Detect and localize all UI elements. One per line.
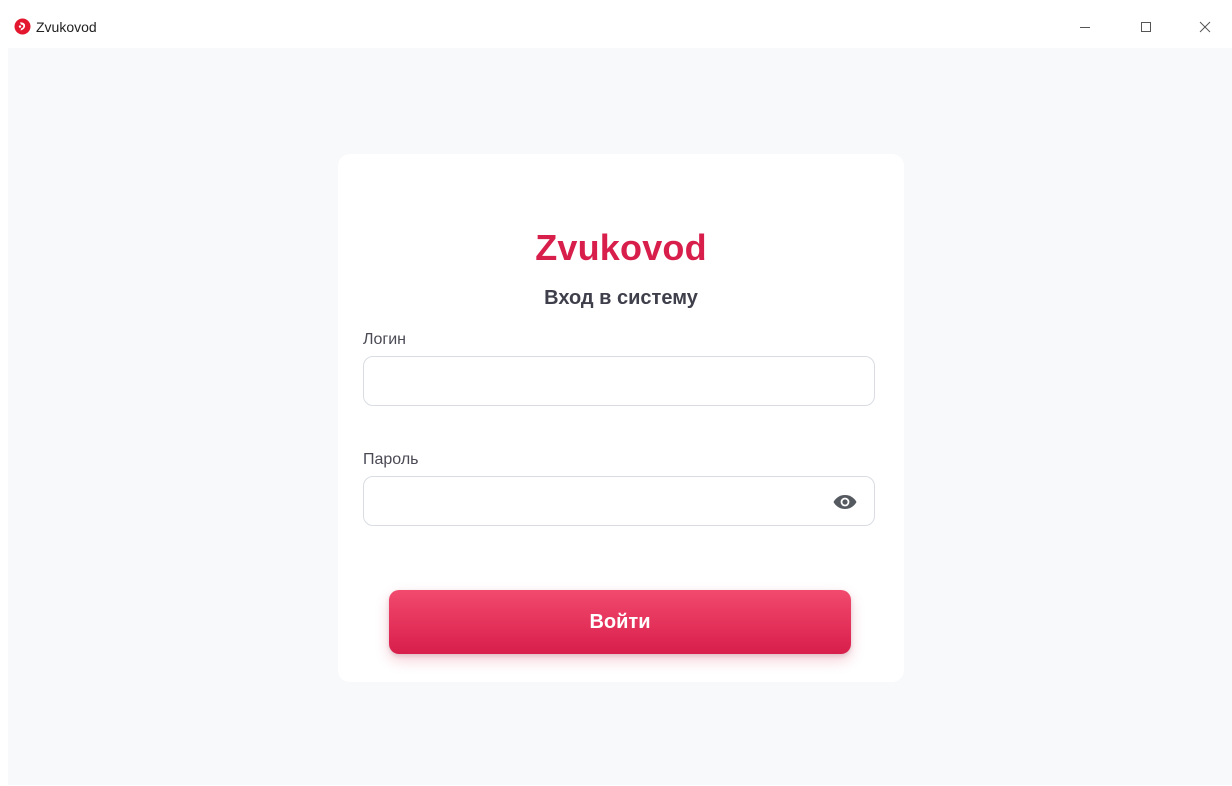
password-input[interactable] bbox=[363, 476, 875, 526]
minimize-button[interactable] bbox=[1063, 10, 1107, 44]
maximize-icon bbox=[1141, 22, 1151, 32]
app-window: Zvukovod Zvukovod Вход в систему Логин П… bbox=[0, 0, 1232, 786]
password-label: Пароль bbox=[363, 451, 419, 468]
maximize-button[interactable] bbox=[1124, 10, 1168, 44]
eye-icon bbox=[833, 495, 857, 509]
show-password-toggle[interactable] bbox=[828, 490, 862, 514]
login-submit-button[interactable]: Войти bbox=[389, 590, 851, 654]
minimize-icon bbox=[1080, 27, 1090, 28]
title-bar[interactable]: Zvukovod bbox=[0, 0, 1232, 48]
login-card: Zvukovod Вход в систему Логин Пароль Вой… bbox=[338, 154, 904, 682]
close-button[interactable] bbox=[1183, 10, 1227, 44]
app-logo-icon bbox=[14, 18, 31, 35]
close-icon bbox=[1199, 21, 1211, 33]
window-title: Zvukovod bbox=[36, 19, 97, 35]
login-subtitle: Вход в систему bbox=[544, 287, 698, 309]
brand-title: Zvukovod bbox=[535, 227, 707, 268]
login-label: Логин bbox=[363, 331, 407, 348]
main-content: Zvukovod Вход в систему Логин Пароль Вой… bbox=[8, 48, 1232, 785]
login-input[interactable] bbox=[363, 356, 875, 406]
